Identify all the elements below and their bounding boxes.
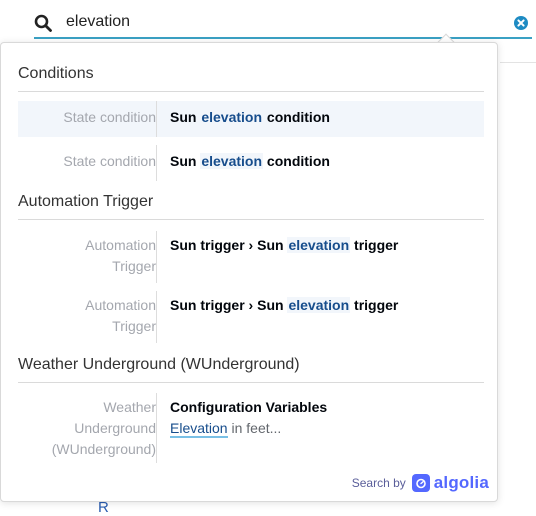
category-conditions: Conditions <box>18 65 484 92</box>
algolia-wordmark: algolia <box>433 473 489 492</box>
result-category-line: Automation <box>85 237 156 253</box>
result-divider <box>156 101 157 137</box>
search-underline <box>34 37 532 39</box>
result-row[interactable]: Weather Underground (WUnderground) Confi… <box>18 393 484 463</box>
search-bar <box>0 0 536 44</box>
result-snippet: Elevation in feet... <box>170 418 327 439</box>
result-divider <box>156 145 157 181</box>
search-by-algolia[interactable]: Search by algolia <box>352 473 489 493</box>
result-row[interactable]: State condition Sun elevation condition <box>18 145 484 181</box>
result-title-after: trigger <box>350 297 399 313</box>
result-content: Configuration Variables Elevation in fee… <box>170 397 327 439</box>
result-divider <box>156 393 157 463</box>
result-title-before: Sun <box>170 153 201 169</box>
result-category-line: (WUnderground) <box>51 441 156 457</box>
result-title-before: Sun trigger › Sun <box>170 237 288 253</box>
search-results-dropdown: Conditions State condition Sun elevation… <box>0 42 498 502</box>
result-row[interactable]: State condition Sun elevation condition <box>18 101 484 137</box>
result-category: Automation Trigger <box>18 235 156 277</box>
result-title-after: condition <box>263 153 330 169</box>
result-category-line: Trigger <box>112 258 156 274</box>
result-highlight: elevation <box>287 237 351 253</box>
result-divider <box>156 231 157 283</box>
result-category-line: Automation <box>85 297 156 313</box>
result-title: Sun trigger › Sun elevation trigger <box>170 295 398 316</box>
result-category-line: Weather <box>103 399 156 415</box>
algolia-logo-icon <box>411 474 430 492</box>
search-by-label: Search by <box>351 476 406 490</box>
result-snippet-highlight: Elevation <box>170 420 228 438</box>
result-category: Weather Underground (WUnderground) <box>18 397 156 460</box>
result-divider <box>156 291 157 343</box>
result-title-before: Sun <box>170 109 201 125</box>
result-row[interactable]: Automation Trigger Sun trigger › Sun ele… <box>18 231 484 283</box>
category-weather-underground: Weather Underground (WUnderground) <box>18 356 484 383</box>
result-title-before: Sun trigger › Sun <box>170 297 288 313</box>
result-highlight: elevation <box>200 153 264 169</box>
result-category: State condition <box>63 153 156 169</box>
result-category: Automation Trigger <box>18 295 156 337</box>
result-category: State condition <box>63 109 156 125</box>
result-title: Configuration Variables <box>170 399 328 415</box>
search-input[interactable] <box>66 8 506 36</box>
result-category-line: Trigger <box>112 318 156 334</box>
result-title: Sun trigger › Sun elevation trigger <box>170 235 398 256</box>
search-icon <box>34 14 52 32</box>
result-title-after: condition <box>263 109 330 125</box>
result-title: Sun elevation condition <box>170 151 330 172</box>
result-row[interactable]: Automation Trigger Sun trigger › Sun ele… <box>18 291 484 343</box>
category-automation-trigger: Automation Trigger <box>18 193 484 220</box>
clear-search-icon[interactable] <box>514 16 528 30</box>
result-highlight: elevation <box>200 109 264 125</box>
result-title-after: trigger <box>350 237 399 253</box>
result-snippet-text: in feet... <box>227 420 282 436</box>
result-highlight: elevation <box>287 297 351 313</box>
result-title: Sun elevation condition <box>170 107 330 128</box>
result-category-line: Underground <box>74 420 156 436</box>
background-panel <box>500 44 536 63</box>
